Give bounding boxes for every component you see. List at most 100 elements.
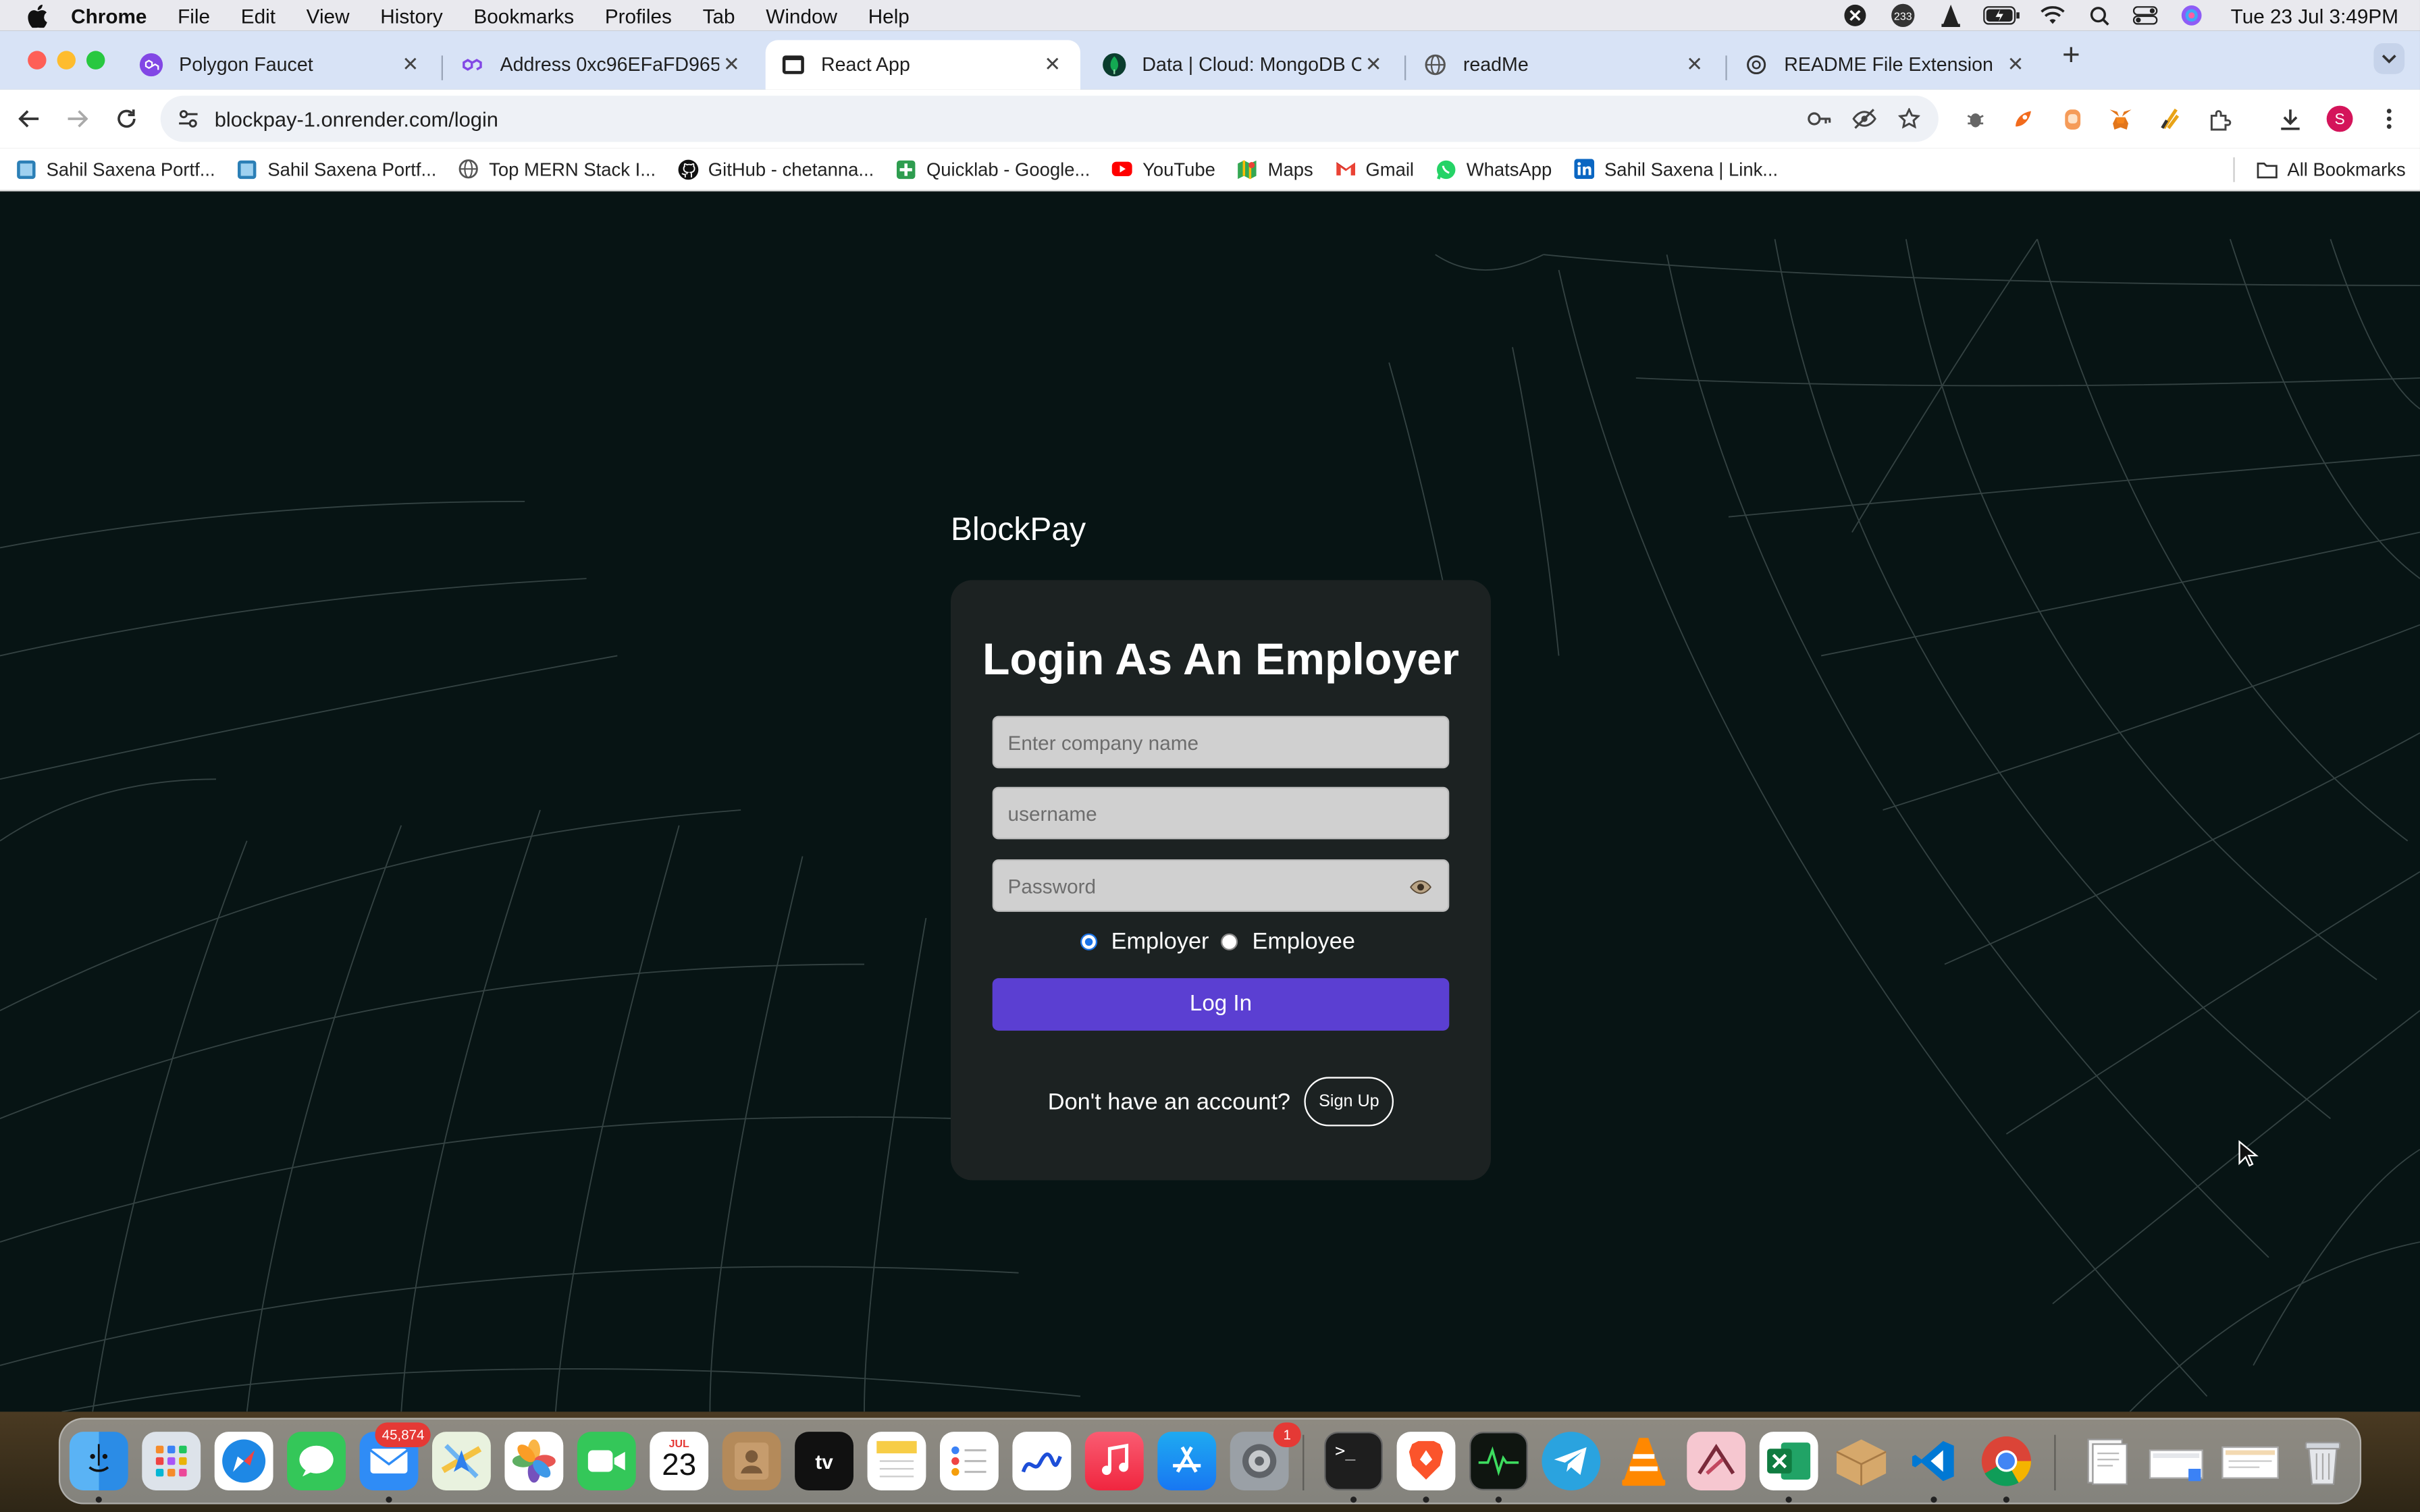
siri-icon[interactable] <box>2178 5 2206 26</box>
bookmark-item[interactable]: YouTube <box>1111 158 1215 180</box>
menu-tab[interactable]: Tab <box>687 4 751 27</box>
password-key-icon[interactable] <box>1804 103 1835 134</box>
launchpad-icon[interactable] <box>142 1432 201 1490</box>
bug-extension-icon[interactable] <box>1960 103 1991 134</box>
username-field[interactable] <box>992 786 1450 840</box>
tab-close-icon[interactable]: ✕ <box>1041 53 1066 78</box>
facetime-icon[interactable] <box>577 1432 636 1490</box>
menu-history[interactable]: History <box>365 4 458 27</box>
employer-radio[interactable] <box>1080 933 1098 950</box>
menu-bookmarks[interactable]: Bookmarks <box>458 4 589 27</box>
tab-address[interactable]: Address 0xc96EFaFD96553 ✕ <box>444 40 759 89</box>
terminal-icon[interactable]: >_ <box>1324 1432 1383 1490</box>
tab-polygon-faucet[interactable]: Polygon Faucet ✕ <box>124 40 438 89</box>
minimize-window-button[interactable] <box>57 51 76 70</box>
notification-count-icon[interactable]: 233 <box>1888 3 1919 27</box>
role-employer-option[interactable]: Employer <box>1080 929 1215 955</box>
calendar-icon[interactable]: JUL 23 <box>650 1432 709 1490</box>
music-icon[interactable] <box>1084 1432 1144 1490</box>
menu-profiles[interactable]: Profiles <box>589 4 687 27</box>
menu-file[interactable]: File <box>162 4 226 27</box>
system-settings-icon[interactable]: 1 <box>1230 1422 1301 1490</box>
forward-button[interactable] <box>61 103 93 134</box>
search-icon[interactable] <box>2086 5 2113 26</box>
orange-extension-icon[interactable] <box>2008 103 2039 134</box>
signup-button[interactable]: Sign Up <box>1304 1077 1394 1127</box>
new-tab-button[interactable]: + <box>2056 40 2087 73</box>
tab-close-icon[interactable]: ✕ <box>719 53 744 78</box>
cone-icon[interactable] <box>1937 4 1965 27</box>
eye-slash-icon[interactable] <box>1849 103 1880 134</box>
bookmark-item[interactable]: Top MERN Stack I... <box>458 158 656 180</box>
chrome-icon[interactable] <box>1977 1432 2036 1490</box>
trash-icon[interactable] <box>2294 1432 2352 1490</box>
menubar-clock[interactable]: Tue 23 Jul 3:49PM <box>2231 4 2398 27</box>
username-input[interactable] <box>993 788 1448 838</box>
bookmark-star-icon[interactable] <box>1894 103 1925 134</box>
control-center-icon[interactable] <box>2132 5 2159 26</box>
vscode-icon[interactable] <box>1905 1432 1964 1490</box>
all-bookmarks-button[interactable]: All Bookmarks <box>2257 148 2406 191</box>
close-window-button[interactable] <box>28 51 47 70</box>
profile-avatar[interactable]: S <box>2324 103 2355 134</box>
tab-readme[interactable]: readMe ✕ <box>1408 40 1722 89</box>
bookmark-item[interactable]: Gmail <box>1335 158 1414 180</box>
company-name-input[interactable] <box>993 717 1448 767</box>
bookmark-item[interactable]: GitHub - chetanna... <box>677 158 874 180</box>
documents-stack-icon[interactable] <box>2149 1432 2207 1490</box>
excel-icon[interactable] <box>1759 1432 1818 1490</box>
tab-readme-file-extension[interactable]: README File Extension ✕ <box>1729 40 2043 89</box>
photos-icon[interactable] <box>504 1432 564 1490</box>
vlc-icon[interactable] <box>1614 1432 1673 1490</box>
company-name-field[interactable] <box>992 716 1450 769</box>
password-input[interactable] <box>993 861 1448 911</box>
finder-icon[interactable] <box>69 1432 128 1490</box>
tab-close-icon[interactable]: ✕ <box>1682 53 1707 78</box>
contacts-icon[interactable] <box>722 1432 781 1490</box>
tab-close-icon[interactable]: ✕ <box>1361 53 1386 78</box>
menu-edit[interactable]: Edit <box>226 4 291 27</box>
zoom-window-button[interactable] <box>86 51 105 70</box>
apple-tv-icon[interactable]: tv <box>795 1432 853 1490</box>
freeform-icon[interactable] <box>1012 1432 1072 1490</box>
messages-icon[interactable] <box>287 1432 346 1490</box>
address-bar[interactable]: blockpay-1.onrender.com/login <box>160 95 1939 142</box>
site-info-icon[interactable] <box>173 103 204 134</box>
screenshots-stack-icon[interactable] <box>2221 1432 2280 1490</box>
notes-icon[interactable] <box>867 1432 926 1490</box>
downloads-stack-icon[interactable] <box>2076 1432 2134 1490</box>
tab-search-button[interactable] <box>2373 43 2405 74</box>
archive-utility-icon[interactable] <box>1832 1432 1891 1490</box>
extensions-puzzle-icon[interactable] <box>2204 103 2235 134</box>
menu-window[interactable]: Window <box>750 4 852 27</box>
apple-menu-icon[interactable] <box>25 3 50 28</box>
metamask-icon[interactable] <box>2105 103 2136 134</box>
login-button[interactable]: Log In <box>992 978 1450 1031</box>
menu-view[interactable]: View <box>291 4 365 27</box>
tab-mongodb[interactable]: Data | Cloud: MongoDB Cloud ✕ <box>1086 40 1401 89</box>
maps-icon[interactable] <box>431 1432 491 1490</box>
battery-icon[interactable] <box>1983 5 2021 26</box>
tab-close-icon[interactable]: ✕ <box>2003 53 2028 78</box>
role-employee-option[interactable]: Employee <box>1221 929 1361 955</box>
tab-react-app[interactable]: React App ✕ <box>765 40 1080 90</box>
bookmark-item[interactable]: Sahil Saxena Portf... <box>16 158 215 180</box>
activity-monitor-icon[interactable] <box>1469 1432 1528 1490</box>
back-button[interactable] <box>14 103 45 134</box>
reminders-icon[interactable] <box>939 1432 999 1490</box>
menu-app-name[interactable]: Chrome <box>49 4 162 27</box>
peach-extension-icon[interactable] <box>2057 103 2088 134</box>
kebab-menu-icon[interactable] <box>2373 103 2404 134</box>
bookmark-item[interactable]: Quicklab - Google... <box>895 158 1090 180</box>
bookmark-item[interactable]: Maps <box>1237 158 1313 180</box>
bookmark-item[interactable]: WhatsApp <box>1436 158 1552 180</box>
telegram-icon[interactable] <box>1542 1432 1601 1490</box>
reload-button[interactable] <box>111 103 142 134</box>
bookmark-item[interactable]: Sahil Saxena | Link... <box>1573 158 1778 180</box>
app-icon[interactable] <box>1842 4 1870 26</box>
menu-help[interactable]: Help <box>853 4 925 27</box>
show-password-icon[interactable] <box>1409 876 1432 898</box>
downloads-icon[interactable] <box>2275 103 2306 134</box>
app-store-icon[interactable] <box>1157 1432 1217 1490</box>
url-text[interactable]: blockpay-1.onrender.com/login <box>215 107 1804 130</box>
